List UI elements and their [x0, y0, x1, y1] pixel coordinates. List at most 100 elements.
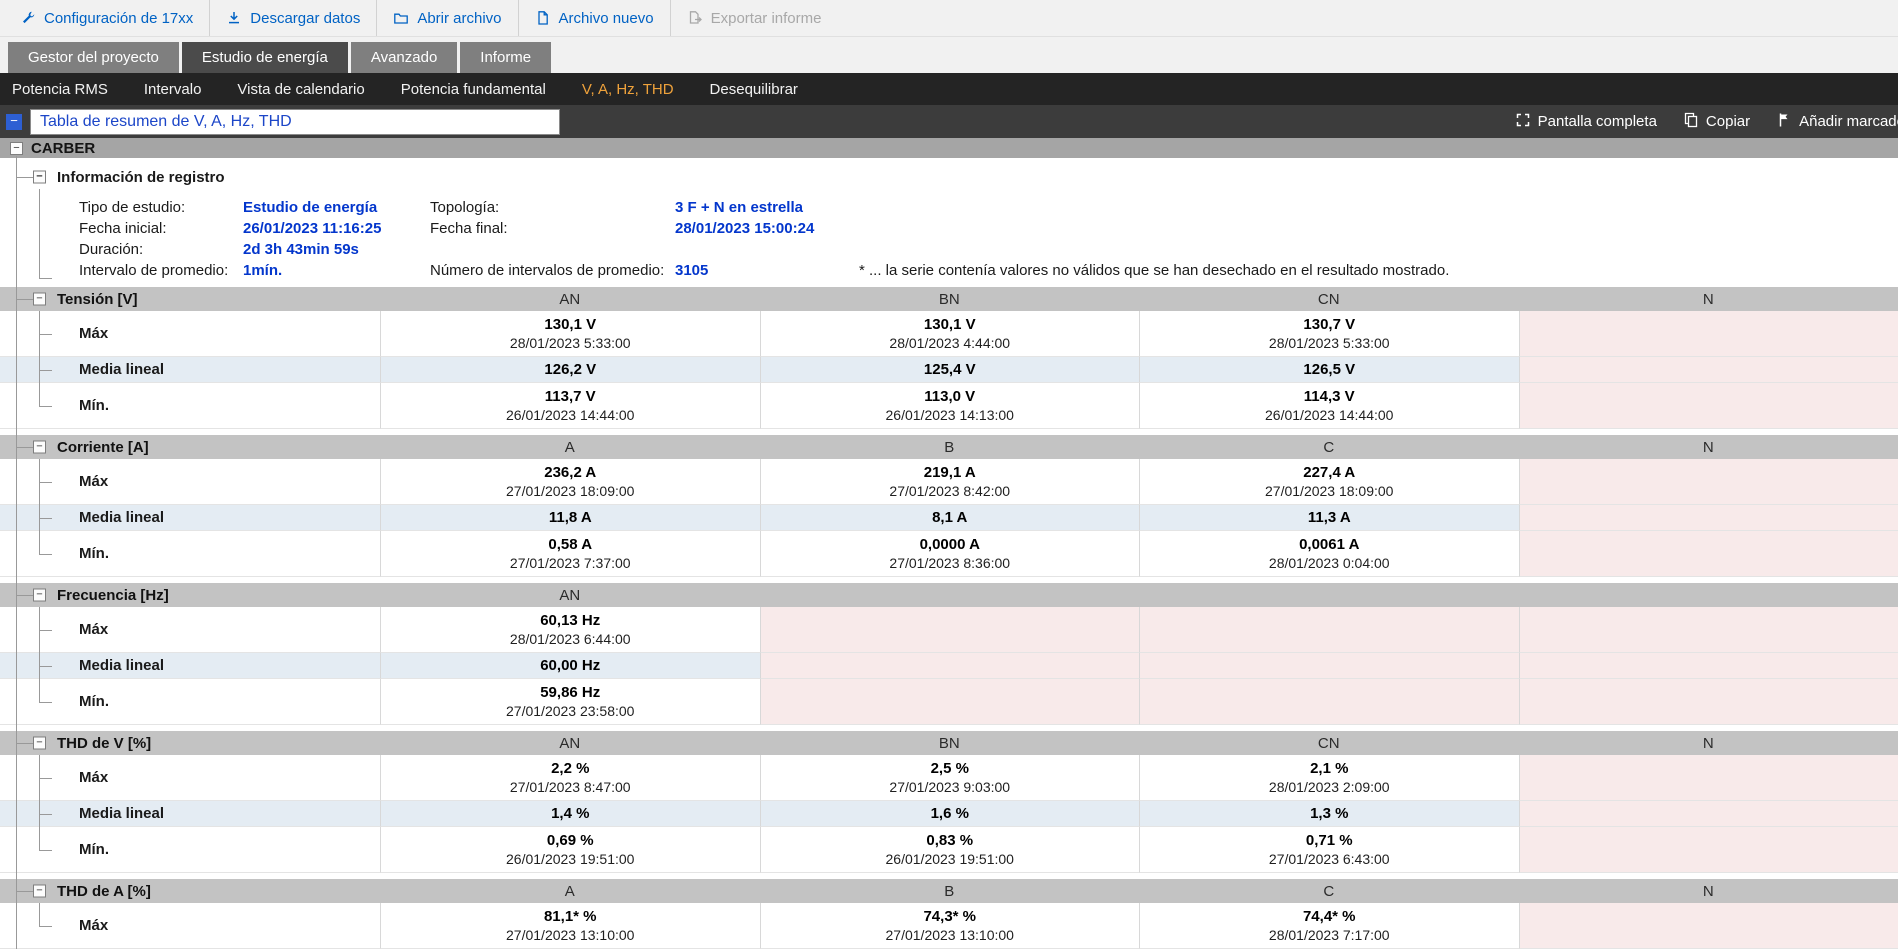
value-cell: 0,58 A27/01/2023 7:37:00 [380, 531, 760, 577]
info-field-value: 3 F + N en estrella [675, 199, 803, 216]
tab-avanzado[interactable]: Avanzado [351, 42, 457, 73]
collapse-section-icon[interactable]: − [33, 589, 46, 602]
tree-line [39, 459, 40, 554]
section-header[interactable]: −Frecuencia [Hz]AN [0, 583, 1898, 607]
column-header: BN [760, 731, 1140, 755]
cell-time: 27/01/2023 6:43:00 [1269, 850, 1390, 868]
download-icon [226, 10, 242, 26]
copy-icon [1683, 112, 1699, 132]
value-cell: 0,0061 A28/01/2023 0:04:00 [1139, 531, 1519, 577]
cell-time: 28/01/2023 2:09:00 [1269, 778, 1390, 796]
section-header[interactable]: −THD de V [%]ANBNCNN [0, 731, 1898, 755]
cell-value: 8,1 A [932, 508, 967, 527]
cell-time: 27/01/2023 8:42:00 [889, 482, 1010, 500]
row-label-cell: Mín. [0, 679, 380, 725]
toolbar-item-open[interactable]: Abrir archivo [376, 0, 517, 36]
value-cell: 11,8 A [380, 505, 760, 531]
value-cell: 126,5 V [1139, 357, 1519, 383]
section-thd-a: −THD de A [%]ABCN Máx 81,1* %27/01/2023 13… [0, 879, 1898, 949]
cell-time: 27/01/2023 8:47:00 [510, 778, 631, 796]
section-title: Corriente [A] [0, 435, 380, 459]
collapse-section-icon[interactable]: − [33, 737, 46, 750]
cell-value: 11,8 A [549, 508, 592, 527]
column-header: AN [380, 731, 760, 755]
toolbar-item-new[interactable]: Archivo nuevo [518, 0, 670, 36]
row-label-cell: Mín. [0, 383, 380, 429]
subtab-desequilibrar[interactable]: Desequilibrar [710, 81, 798, 98]
sub-tabs: Potencia RMS Intervalo Vista de calendario… [0, 73, 1898, 105]
row-label: Máx [79, 917, 108, 934]
view-title-input[interactable]: Tabla de resumen de V, A, Hz, THD [30, 109, 560, 135]
action-add-marker[interactable]: Añadir marcador [1776, 112, 1898, 132]
device-header[interactable]: − CARBER [0, 138, 1898, 160]
value-cell: 113,7 V26/01/2023 14:44:00 [380, 383, 760, 429]
value-cell [1519, 801, 1898, 827]
value-cell: 1,6 % [760, 801, 1140, 827]
column-header: B [760, 879, 1140, 903]
value-cell: 81,1* %27/01/2023 13:10:00 [380, 903, 760, 949]
collapse-section-icon[interactable]: − [33, 441, 46, 454]
cell-value: 114,3 V [1304, 387, 1355, 406]
cell-value: 1,3 % [1310, 804, 1348, 823]
row-label: Media lineal [79, 509, 164, 526]
cell-value: 0,83 % [926, 831, 973, 850]
info-section-header[interactable]: − Información de registro [0, 165, 1898, 189]
row-label-cell: Mín. [0, 827, 380, 873]
row-label: Media lineal [79, 657, 164, 674]
tab-estudio[interactable]: Estudio de energía [182, 42, 348, 73]
table-row: Media lineal126,2 V125,4 V126,5 V [0, 357, 1898, 383]
cell-value: 11,3 A [1308, 508, 1351, 527]
cell-value: 130,7 V [1303, 315, 1355, 334]
cell-value: 60,00 Hz [540, 656, 600, 675]
action-label: Copiar [1706, 113, 1750, 130]
section-header[interactable]: −Tensión [V]ANBNCNN [0, 287, 1898, 311]
row-label-cell: Media lineal [0, 801, 380, 827]
collapse-view-icon[interactable]: − [6, 114, 22, 130]
value-cell [1519, 653, 1898, 679]
toolbar-item-config[interactable]: Configuración de 17xx [4, 0, 209, 36]
subtab-potencia-fundamental[interactable]: Potencia fundamental [401, 81, 546, 98]
main-tabs: Gestor del proyectoEstudio de energíaAva… [0, 37, 1898, 73]
info-field-label: Duración: [79, 241, 143, 258]
cell-value: 1,6 % [931, 804, 969, 823]
value-cell: 2,2 %27/01/2023 8:47:00 [380, 755, 760, 801]
collapse-section-icon[interactable]: − [33, 293, 46, 306]
column-header: N [1519, 435, 1898, 459]
cell-value: 0,71 % [1306, 831, 1353, 850]
cell-time: 28/01/2023 0:04:00 [1269, 554, 1390, 572]
row-label-cell: Máx [0, 755, 380, 801]
cell-value: 2,1 % [1310, 759, 1348, 778]
cell-value: 130,1 V [544, 315, 596, 334]
collapse-device-icon[interactable]: − [10, 142, 23, 155]
section-header[interactable]: −Corriente [A]ABCN [0, 435, 1898, 459]
tab-gestor[interactable]: Gestor del proyecto [8, 42, 179, 73]
subtab-intervalo[interactable]: Intervalo [144, 81, 202, 98]
tab-informe[interactable]: Informe [460, 42, 551, 73]
section-title: Frecuencia [Hz] [0, 583, 380, 607]
value-cell [1519, 505, 1898, 531]
toolbar-item-download[interactable]: Descargar datos [209, 0, 376, 36]
cell-time: 27/01/2023 9:03:00 [889, 778, 1010, 796]
collapse-section-icon[interactable]: − [33, 885, 46, 898]
info-field-label: Topología: [430, 199, 499, 216]
value-cell [1519, 903, 1898, 949]
subtab-v-a-hz-thd[interactable]: V, A, Hz, THD [582, 81, 674, 98]
cell-time: 27/01/2023 18:09:00 [506, 482, 634, 500]
action-copy[interactable]: Copiar [1683, 112, 1750, 132]
toolbar-item-label: Abrir archivo [417, 10, 501, 27]
action-fullscreen[interactable]: Pantalla completa [1515, 112, 1657, 132]
table-row: Máx236,2 A27/01/2023 18:09:00219,1 A27/0… [0, 459, 1898, 505]
info-field-value: 28/01/2023 15:00:24 [675, 220, 814, 237]
subtab-potencia-rms[interactable]: Potencia RMS [12, 81, 108, 98]
value-cell [760, 653, 1140, 679]
cell-value: 219,1 A [924, 463, 976, 482]
tree-line [39, 607, 40, 702]
collapse-info-icon[interactable]: − [33, 171, 46, 184]
info-line: Fecha inicial:26/01/2023 11:16:25Fecha f… [0, 218, 1898, 239]
subtab-vista-calendario[interactable]: Vista de calendario [237, 81, 364, 98]
cell-time: 27/01/2023 23:58:00 [506, 702, 634, 720]
table-row: Mín.0,58 A27/01/2023 7:37:000,0000 A27/0… [0, 531, 1898, 577]
table-row: Mín.113,7 V26/01/2023 14:44:00113,0 V26/… [0, 383, 1898, 429]
row-label: Máx [79, 325, 108, 342]
section-header[interactable]: −THD de A [%]ABCN [0, 879, 1898, 903]
